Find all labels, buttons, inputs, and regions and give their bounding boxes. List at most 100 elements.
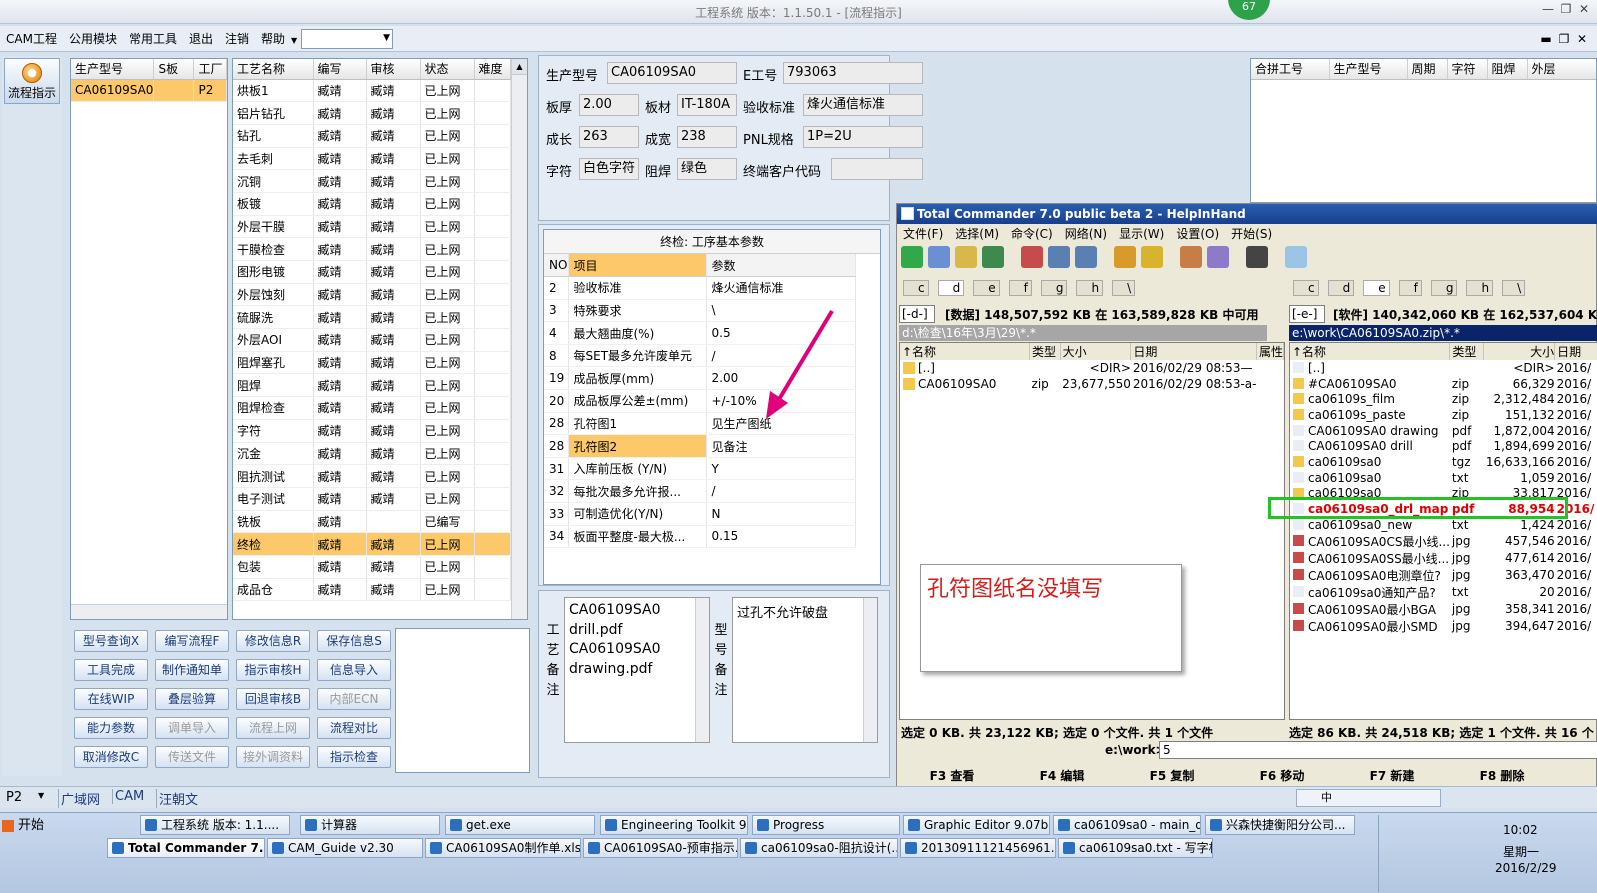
ftp-icon[interactable] — [1180, 246, 1202, 268]
action-button[interactable]: 能力参数 — [74, 717, 148, 739]
menu-tools[interactable]: 常用工具 — [123, 26, 183, 52]
action-button[interactable]: 制作通知单 — [155, 659, 229, 681]
menu-exit[interactable]: 退出 — [183, 26, 219, 52]
drive-button[interactable]: d — [937, 280, 965, 296]
file-row[interactable]: ca06109s_paste zip 151,132 2016/ — [1290, 407, 1597, 423]
tc-menu-view[interactable]: 显示(W) — [1113, 224, 1170, 244]
action-button[interactable]: 信息导入 — [317, 659, 391, 681]
vertical-scrollbar[interactable]: ▲ — [511, 59, 527, 619]
tc-right-path[interactable]: e:\work\CA06109SA0.zip\*.* — [1289, 325, 1597, 341]
tc-left-path[interactable]: d:\检查\16年\3月\29\*.* — [899, 325, 1267, 341]
function-key-button[interactable]: F7 新建 — [1337, 765, 1447, 787]
drive-button[interactable]: g — [1430, 280, 1458, 296]
process-row[interactable]: 外层AOI 臧靖 臧靖 已上网 — [233, 328, 511, 352]
url-icon[interactable] — [1207, 246, 1229, 268]
file-row[interactable]: [..] <DIR> 2016/02/29 08:53— — [900, 360, 1284, 376]
file-row[interactable]: ca06109s_film zip 2,312,484 2016/ — [1290, 391, 1597, 408]
process-notes[interactable]: CA06109SA0 drill.pdf CA06109SA0 drawing.pdf — [564, 597, 710, 743]
process-row[interactable]: 终检 臧靖 臧靖 已上网 — [233, 532, 511, 556]
thickness-field[interactable]: 2.00 — [579, 94, 639, 116]
process-row[interactable]: 板镀 臧靖 臧靖 已上网 — [233, 192, 511, 216]
select-icon[interactable] — [1021, 246, 1043, 268]
tc-menu-command[interactable]: 命令(C) — [1005, 224, 1059, 244]
menu-help[interactable]: 帮助 — [255, 26, 291, 52]
taskbar-item[interactable]: Progress — [752, 815, 900, 835]
process-row[interactable]: 沉金 臧靖 臧靖 已上网 — [233, 442, 511, 466]
action-button[interactable]: 指示审核H — [236, 659, 310, 681]
taskbar-item[interactable]: 20130911121456961.rtf... — [900, 838, 1056, 858]
chevron-down-icon[interactable]: ▼ — [291, 28, 297, 54]
close-icon[interactable]: ✕ — [1573, 32, 1591, 46]
ime-bar[interactable]: 中 — [1296, 789, 1441, 807]
drive-button[interactable]: h — [1466, 280, 1494, 296]
action-button[interactable]: 编写流程F — [155, 630, 229, 652]
menu-cam[interactable]: CAM工程 — [0, 26, 63, 52]
minimize-icon[interactable]: — — [1539, 2, 1557, 16]
restore-icon[interactable]: ❐ — [1555, 32, 1573, 46]
function-key-button[interactable]: F6 移动 — [1227, 765, 1337, 787]
merge-col-outer[interactable]: 外层 — [1527, 59, 1596, 80]
taskbar-item[interactable]: get.exe — [445, 815, 595, 835]
action-button[interactable]: 在线WIP — [74, 688, 148, 710]
action-button[interactable]: 保存信息S — [317, 630, 391, 652]
action-button[interactable]: 叠层验算 — [155, 688, 229, 710]
file-row[interactable]: ca06109sa0_new txt 1,424 2016/ — [1290, 516, 1597, 533]
process-row[interactable]: 去毛刺 臧靖 臧靖 已上网 — [233, 147, 511, 171]
drive-button[interactable]: g — [1040, 280, 1068, 296]
tc-right-drive-select[interactable]: [-e-] — [1289, 305, 1325, 323]
action-button[interactable]: 调单导入 — [155, 717, 229, 739]
taskbar-item[interactable]: CAM_Guide v2.30 — [267, 838, 423, 858]
thumbnail-icon[interactable] — [982, 246, 1004, 268]
tc-menu-config[interactable]: 设置(O) — [1170, 224, 1225, 244]
file-row[interactable]: ca06109sa0 txt 1,059 2016/ — [1290, 469, 1597, 486]
drive-button[interactable]: f — [1008, 280, 1032, 296]
notepad-icon[interactable] — [1285, 246, 1307, 268]
menu-logout[interactable]: 注销 — [219, 26, 255, 52]
file-row[interactable]: CA06109SA0SS最小线... jpg 477,614 2016/ — [1290, 549, 1597, 567]
taskbar-item[interactable]: 兴森快捷衡阳分公司... — [1205, 815, 1355, 835]
tc-menu-network[interactable]: 网络(N) — [1059, 224, 1113, 244]
taskbar-item[interactable]: Engineering Toolkit 9.0... — [600, 815, 748, 835]
taskbar-item[interactable]: CA06109SA0制作单.xls ... — [425, 838, 581, 858]
process-row[interactable]: 烘板1 臧靖 臧靖 已上网 — [233, 79, 511, 103]
action-button[interactable]: 工具完成 — [74, 659, 148, 681]
process-row[interactable]: 阻焊塞孔 臧靖 臧靖 已上网 — [233, 351, 511, 375]
pnl-field[interactable]: 1P=2U — [803, 126, 923, 148]
process-row[interactable]: 外层干膜 臧靖 臧靖 已上网 — [233, 215, 511, 239]
taskbar-item[interactable]: CA06109SA0-预审指示... — [583, 838, 738, 858]
e-number-field[interactable]: 793063 — [783, 62, 923, 84]
action-button[interactable]: 回退审核B — [236, 688, 310, 710]
drive-button[interactable]: e — [1363, 280, 1390, 296]
flow-button[interactable]: ● 流程指示 — [4, 58, 60, 104]
taskbar-item[interactable]: ca06109sa0.txt - 写字板 — [1058, 838, 1213, 858]
horizontal-scrollbar[interactable] — [71, 604, 227, 619]
tc-menu-file[interactable]: 文件(F) — [897, 224, 949, 244]
taskbar-item[interactable]: ca06109sa0 - main_qa — [1053, 815, 1201, 835]
function-key-button[interactable]: F5 复制 — [1117, 765, 1227, 787]
find-icon[interactable] — [1246, 246, 1268, 268]
taskbar-item[interactable]: 工程系统 版本: 1.1.... — [140, 815, 290, 835]
menu-public[interactable]: 公用模块 — [63, 26, 123, 52]
action-button[interactable]: 指示检查 — [317, 746, 391, 768]
param-row[interactable]: 2 验收标准 烽火通信标准 — [544, 276, 856, 300]
action-button[interactable]: 修改信息R — [236, 630, 310, 652]
file-row[interactable]: CA06109SA0CS最小线... jpg 457,546 2016/ — [1290, 532, 1597, 550]
model-notes[interactable]: 过孔不允许破盘 — [732, 597, 878, 743]
model-field[interactable]: CA06109SA0 — [607, 62, 737, 84]
action-button[interactable]: 型号查询X — [74, 630, 148, 652]
drive-button[interactable]: \ — [1502, 280, 1526, 296]
process-row[interactable]: 阻焊 臧靖 臧靖 已上网 — [233, 373, 511, 398]
length-field[interactable]: 263 — [579, 126, 639, 148]
menu-combo[interactable]: ▼ — [301, 29, 393, 49]
taskbar-item[interactable]: Total Commander 7.0... — [107, 838, 265, 858]
tree-view-icon[interactable] — [955, 246, 977, 268]
product-row[interactable]: CA06109SA0 P2 — [71, 79, 227, 103]
process-row[interactable]: 外层蚀刻 臧靖 臧靖 已上网 — [233, 283, 511, 307]
file-row[interactable]: ca06109sa0通知产品? txt 20 2016/ — [1290, 583, 1597, 601]
process-row[interactable]: 电子测试 臧靖 臧靖 已上网 — [233, 487, 511, 511]
process-row[interactable]: 铝片钻孔 臧靖 臧靖 已上网 — [233, 101, 511, 125]
drive-button[interactable]: h — [1076, 280, 1104, 296]
tc-cmd-input[interactable]: 5 — [1159, 741, 1597, 759]
process-row[interactable]: 图形电镀 臧靖 臧靖 已上网 — [233, 260, 511, 284]
action-button[interactable]: 接外调资料 — [236, 746, 310, 768]
